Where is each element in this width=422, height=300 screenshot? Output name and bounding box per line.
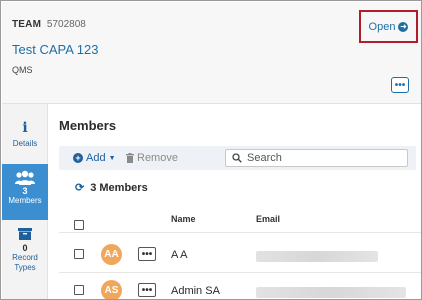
sidebar-item-details[interactable]: i Details [2,120,48,164]
team-line: TEAM 5702808 [12,19,86,30]
caret-down-icon: ▼ [108,154,116,162]
member-name: Admin SA [171,285,220,297]
divider [59,232,421,233]
sidebar: i Details 3 Members 0 Record Types [2,104,48,299]
team-label: TEAM [12,19,42,30]
members-section: Members + Add ▼ Remove Search ⟳ 3 Member… [49,104,421,299]
row-more-button[interactable]: ••• [138,283,156,297]
info-icon: i [22,120,28,136]
sidebar-item-members[interactable]: 3 Members [2,164,48,220]
add-label: Add [86,152,106,164]
open-button[interactable]: Open ➜ [369,21,409,33]
open-label: Open [368,20,396,33]
record-subtitle: QMS [12,65,33,75]
remove-button[interactable]: Remove [126,152,178,164]
column-header-email: Email [256,214,281,224]
record-header: TEAM 5702808 Test CAPA 123 QMS Open ➜ ••… [2,2,421,104]
members-toolbar: + Add ▼ Remove [59,146,416,170]
email-redacted [256,251,378,262]
box-icon [18,228,32,240]
members-count: 3 [22,186,28,196]
avatar: AS [101,280,122,299]
member-count: ⟳ 3 Members [75,181,148,195]
member-name: A A [171,249,188,261]
row-checkbox[interactable] [74,285,84,295]
people-icon [15,170,35,185]
sidebar-item-label: Record Types [12,253,38,272]
record-title: Test CAPA 123 [12,42,99,57]
member-count-label: 3 Members [90,181,148,194]
table-row: AA ••• A A [49,238,421,272]
trash-icon [126,153,134,163]
add-button[interactable]: + Add ▼ [73,152,116,164]
select-all-checkbox[interactable] [74,220,84,230]
email-redacted [256,287,406,298]
section-title: Members [59,118,117,133]
refresh-icon[interactable]: ⟳ [75,181,84,194]
sidebar-item-record-types[interactable]: 0 Record Types [2,224,48,282]
sidebar-item-label: Members [8,196,42,205]
team-id: 5702808 [46,19,86,30]
row-more-button[interactable]: ••• [138,247,156,261]
record-types-count: 0 [22,243,28,253]
avatar: AA [101,244,122,265]
divider [59,272,421,273]
row-checkbox[interactable] [74,249,84,259]
search-icon [232,153,242,163]
more-options-button[interactable]: ••• [391,77,409,93]
table-row: AS ••• Admin SA [49,274,421,299]
open-button-highlight: Open ➜ [359,10,418,43]
sidebar-item-label: Details [12,139,38,148]
record-panel: TEAM 5702808 Test CAPA 123 QMS Open ➜ ••… [0,0,422,300]
search-input[interactable] [247,152,397,164]
arrow-right-circle-icon: ➜ [398,21,409,32]
remove-label: Remove [137,152,178,164]
search-field [225,149,408,167]
plus-circle-icon: + [73,153,83,163]
column-header-name: Name [171,214,196,224]
